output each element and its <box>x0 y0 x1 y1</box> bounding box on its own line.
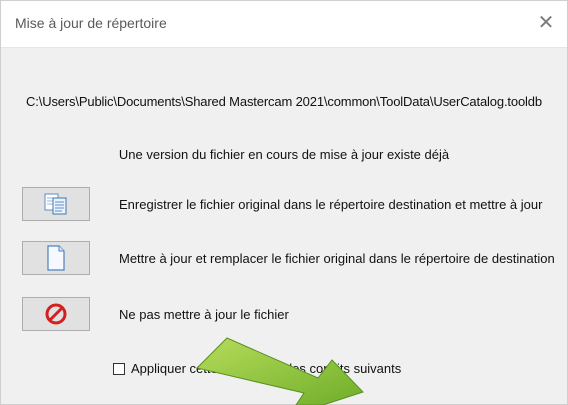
apply-to-all-row[interactable]: Appliquer cette action pour les conflits… <box>113 361 401 376</box>
apply-to-all-checkbox[interactable] <box>113 362 125 375</box>
option-label-save-original: Enregistrer le fichier original dans le … <box>119 197 543 212</box>
option-label-do-not-update: Ne pas mettre à jour le fichier <box>119 307 289 322</box>
copy-files-icon <box>44 193 67 215</box>
close-button[interactable]: ✕ <box>529 7 563 37</box>
option-label-replace-original: Mettre à jour et remplacer le fichier or… <box>119 251 555 266</box>
document-icon <box>47 245 65 271</box>
file-path-text: C:\Users\Public\Documents\Shared Masterc… <box>26 94 542 109</box>
do-not-update-button[interactable] <box>22 297 90 331</box>
no-entry-icon <box>45 303 67 325</box>
title-bar: Mise à jour de répertoire ✕ <box>1 1 567 48</box>
update-directory-dialog: Mise à jour de répertoire ✕ C:\Users\Pub… <box>0 0 568 405</box>
close-icon: ✕ <box>537 11 555 34</box>
save-original-and-update-button[interactable] <box>22 187 90 221</box>
dialog-title: Mise à jour de répertoire <box>15 15 167 31</box>
conflict-message: Une version du fichier en cours de mise … <box>118 147 450 162</box>
apply-to-all-label: Appliquer cette action pour les conflits… <box>131 361 402 376</box>
replace-original-button[interactable] <box>22 241 90 275</box>
